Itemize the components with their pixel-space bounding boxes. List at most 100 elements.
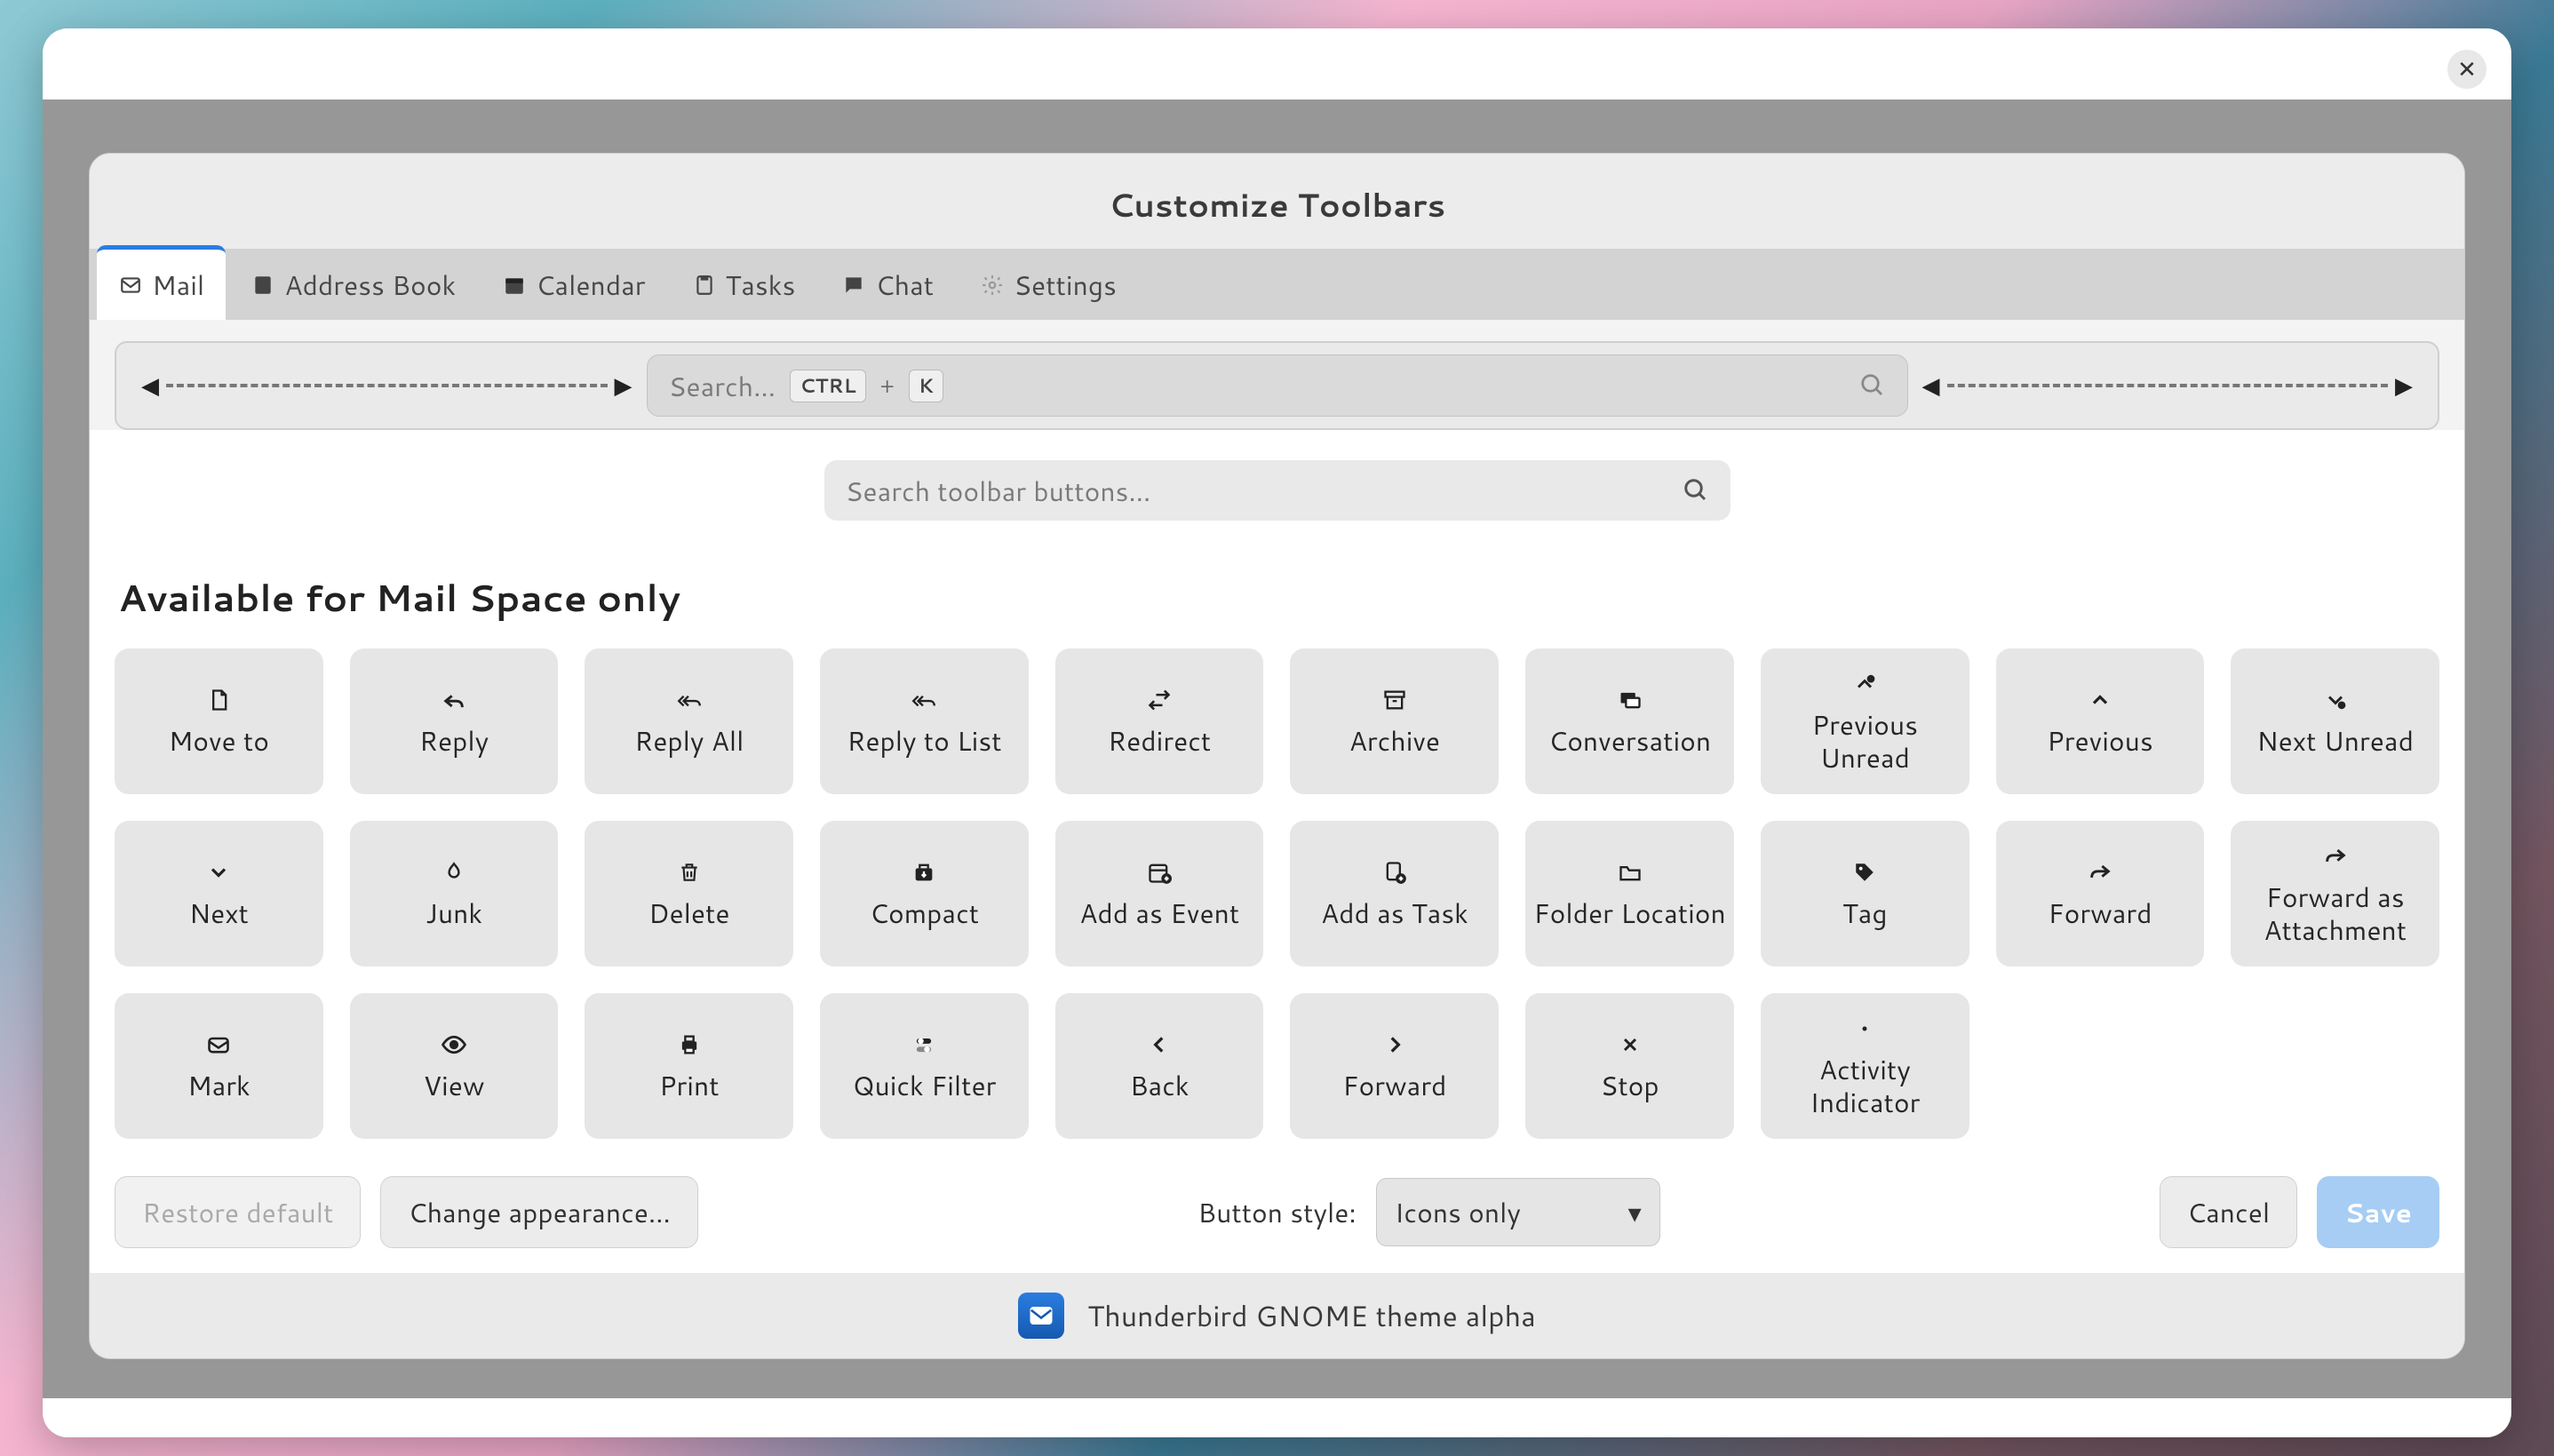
- toolbar-button-tag[interactable]: Tag: [1761, 821, 1969, 967]
- theme-footer-text: Thunderbird GNOME theme alpha: [1087, 1296, 1536, 1336]
- prev-unread-icon: [1850, 669, 1880, 699]
- tab-label: Mail: [152, 266, 204, 304]
- tab-label: Calendar: [536, 266, 645, 304]
- change-appearance-button[interactable]: Change appearance…: [380, 1176, 698, 1248]
- cancel-button[interactable]: Cancel: [2160, 1176, 2297, 1248]
- theme-footer: Thunderbird GNOME theme alpha: [90, 1273, 2464, 1358]
- toolbar-button-label: Reply to List: [847, 724, 1001, 758]
- toolbar-button-label: Print: [659, 1069, 720, 1102]
- toolbar-button-move-to[interactable]: Move to: [115, 648, 323, 794]
- available-buttons-grid: Move to ReplyReply All Reply to List Redire…: [115, 648, 2439, 1139]
- toolbar-button-label: Forward as Attachment: [2238, 880, 2432, 947]
- tag-icon: [1850, 857, 1880, 887]
- button-style-select[interactable]: Icons only ▾: [1376, 1178, 1660, 1246]
- toolbar-button-label: Add as Event: [1079, 896, 1239, 930]
- toolbar-button-label: Move to: [169, 724, 269, 758]
- quickfilter-icon: [909, 1030, 939, 1060]
- reply-all-icon: [674, 685, 704, 715]
- dialog-body: Search toolbar buttons… Available for Ma…: [90, 430, 2464, 1273]
- toolbar-button-reply[interactable]: Reply: [350, 648, 559, 794]
- toolbar-button-forward[interactable]: Forward: [1290, 993, 1499, 1139]
- section-heading: Available for Mail Space only: [118, 570, 2439, 624]
- tab-label: Settings: [1014, 266, 1117, 304]
- toolbar-button-back[interactable]: Back: [1055, 993, 1264, 1139]
- space-tabstrip: Mail Address Book Calendar Tasks Chat Setting…: [90, 249, 2464, 320]
- forward-attach-icon: [2320, 841, 2351, 871]
- toolbar-button-label: Quick Filter: [852, 1069, 996, 1102]
- reply-icon: [439, 685, 469, 715]
- shortcut-plus: +: [880, 370, 895, 401]
- button-style-value: Icons only: [1395, 1193, 1521, 1231]
- toolbar-button-label: Junk: [426, 896, 482, 930]
- toolbar-button-add-as-event[interactable]: Add as Event: [1055, 821, 1264, 967]
- flexible-space-right[interactable]: ◀ ▶: [1914, 370, 2423, 402]
- toolbar-button-reply-to-list[interactable]: Reply to List: [820, 648, 1029, 794]
- toolbar-button-next[interactable]: Next: [115, 821, 323, 967]
- add-event-icon: [1144, 857, 1174, 887]
- toolbar-button-label: Compact: [870, 896, 979, 930]
- toolbar-button-label: Forward: [1342, 1069, 1446, 1102]
- filter-input[interactable]: Search toolbar buttons…: [824, 460, 1731, 521]
- toolbar-button-redirect[interactable]: Redirect: [1055, 648, 1264, 794]
- filter-placeholder: Search toolbar buttons…: [846, 472, 1151, 510]
- toolbar-button-stop[interactable]: Stop: [1525, 993, 1734, 1139]
- tab-mail[interactable]: Mail: [97, 245, 226, 320]
- tasks-icon: [692, 273, 717, 298]
- dialog-footer: Restore default Change appearance… Butto…: [115, 1176, 2439, 1248]
- toolbar-button-add-as-task[interactable]: Add as Task: [1290, 821, 1499, 967]
- next-unread-icon: [2320, 685, 2351, 715]
- thunderbird-logo-icon: [1018, 1293, 1064, 1339]
- conversation-icon: [1615, 685, 1645, 715]
- close-button[interactable]: ✕: [2447, 50, 2486, 89]
- tab-address-book[interactable]: Address Book: [229, 250, 477, 320]
- next-icon: [203, 857, 234, 887]
- mark-icon: [203, 1030, 234, 1060]
- toolbar-button-label: Previous: [2047, 724, 2153, 758]
- toolbar-button-quick-filter[interactable]: Quick Filter: [820, 993, 1029, 1139]
- toolbar-button-label: Redirect: [1108, 724, 1211, 758]
- toolbar-button-label: Mark: [187, 1069, 251, 1102]
- tab-calendar[interactable]: Calendar: [481, 250, 666, 320]
- dialog-title: Customize Toolbars: [90, 154, 2464, 249]
- compact-icon: [909, 857, 939, 887]
- button-style-label: Button style:: [1197, 1193, 1357, 1231]
- arrow-left-icon: ◀: [141, 370, 159, 402]
- toolbar-button-label: Next Unread: [2256, 724, 2414, 758]
- toolbar-button-previous-unread[interactable]: Previous Unread: [1761, 648, 1969, 794]
- modal-backdrop: Customize Toolbars Mail Address Book Calen…: [43, 99, 2511, 1398]
- toolbar-button-compact[interactable]: Compact: [820, 821, 1029, 967]
- toolbar-button-delete[interactable]: Delete: [585, 821, 793, 967]
- toolbar-button-mark[interactable]: Mark: [115, 993, 323, 1139]
- calendar-icon: [502, 273, 527, 298]
- flexible-space-left[interactable]: ◀ ▶: [132, 370, 641, 402]
- tab-chat[interactable]: Chat: [820, 250, 955, 320]
- toolbar-button-reply-all[interactable]: Reply All: [585, 648, 793, 794]
- tab-tasks[interactable]: Tasks: [671, 250, 817, 320]
- tab-label: Chat: [875, 266, 934, 304]
- toolbar-button-label: Folder Location: [1533, 896, 1725, 930]
- tab-settings[interactable]: Settings: [959, 250, 1138, 320]
- toolbar-button-previous[interactable]: Previous: [1996, 648, 2205, 794]
- nav-forward-icon: [1380, 1030, 1410, 1060]
- toolbar-button-label: Tag: [1842, 896, 1888, 930]
- junk-icon: [439, 857, 469, 887]
- previous-icon: [2085, 685, 2115, 715]
- toolbar-button-conversation[interactable]: Conversation: [1525, 648, 1734, 794]
- print-icon: [674, 1030, 704, 1060]
- global-search-field[interactable]: Search… CTRL + K: [647, 354, 1908, 417]
- redirect-icon: [1144, 685, 1174, 715]
- toolbar-button-forward[interactable]: Forward: [1996, 821, 2205, 967]
- restore-default-button[interactable]: Restore default: [115, 1176, 361, 1248]
- toolbar-button-next-unread[interactable]: Next Unread: [2231, 648, 2439, 794]
- back-icon: [1144, 1030, 1174, 1060]
- toolbar-button-forward-as-attachment[interactable]: Forward as Attachment: [2231, 821, 2439, 967]
- toolbar-button-folder-location[interactable]: Folder Location: [1525, 821, 1734, 967]
- toolbar-button-print[interactable]: Print: [585, 993, 793, 1139]
- save-button[interactable]: Save: [2317, 1176, 2439, 1248]
- arrow-right-icon: ▶: [615, 370, 633, 402]
- toolbar-button-activity-indicator[interactable]: Activity Indicator: [1761, 993, 1969, 1139]
- toolbar-button-junk[interactable]: Junk: [350, 821, 559, 967]
- toolbar-button-archive[interactable]: Archive: [1290, 648, 1499, 794]
- toolbar-button-view[interactable]: View: [350, 993, 559, 1139]
- toolbar-button-label: Add as Task: [1321, 896, 1468, 930]
